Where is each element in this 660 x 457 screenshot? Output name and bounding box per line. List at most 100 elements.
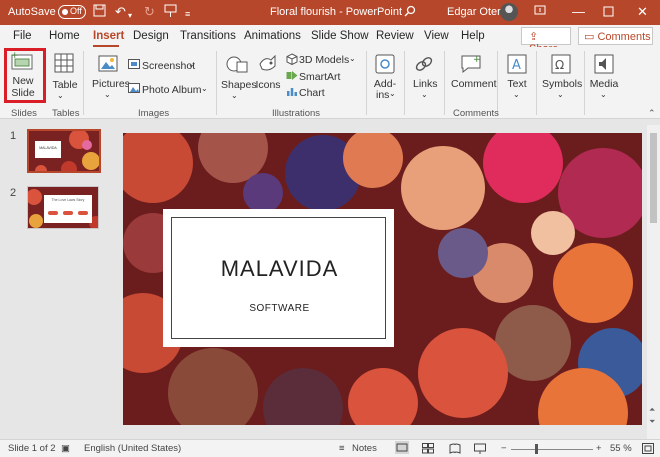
spellcheck-icon[interactable]: ▣ (61, 443, 70, 454)
zoom-out-icon[interactable]: − (501, 443, 507, 454)
slide-sorter-icon[interactable] (422, 443, 434, 457)
share-button[interactable]: ⇪ Share (521, 27, 571, 55)
thumbnail-buttons (48, 211, 88, 215)
table-icon[interactable] (54, 53, 74, 76)
tab-view[interactable]: View (424, 30, 449, 42)
thumbnail-title-box: MALAVIDA (35, 141, 61, 158)
media-icon[interactable] (594, 54, 614, 77)
slide-thumbnail-1[interactable]: MALAVIDA (27, 129, 101, 173)
zoom-in-icon[interactable]: + (596, 443, 602, 454)
previous-slide-icon[interactable]: ⏶ (649, 405, 655, 415)
comment-icon[interactable]: + (460, 54, 482, 77)
add-ins-label-2[interactable]: ins (376, 89, 389, 101)
photo-album-dropdown-icon[interactable]: ⌄ (201, 83, 208, 95)
zoom-slider[interactable] (511, 449, 593, 450)
links-dropdown-icon[interactable]: ⌄ (421, 89, 428, 101)
group-label-slides: Slides (11, 108, 37, 119)
comments-label: Comments (597, 31, 651, 43)
separator (444, 51, 445, 115)
tab-animations[interactable]: Animations (244, 30, 301, 42)
vertical-scrollbar[interactable] (647, 125, 660, 439)
search-icon[interactable] (404, 5, 416, 21)
tab-help[interactable]: Help (461, 30, 485, 42)
slide-subtitle[interactable]: SOFTWARE (172, 303, 387, 314)
comment-label[interactable]: Comment (451, 78, 497, 90)
user-name[interactable]: Edgar Otero (447, 6, 507, 18)
svg-text:A: A (512, 58, 521, 73)
icons-label[interactable]: Icons (255, 79, 281, 91)
reading-view-icon[interactable] (449, 443, 461, 457)
chart-label[interactable]: Chart (299, 87, 325, 99)
collapse-ribbon-icon[interactable]: ⌃ (648, 108, 656, 119)
scrollbar-thumb[interactable] (650, 133, 657, 223)
text-dropdown-icon[interactable]: ⌄ (513, 89, 520, 101)
media-dropdown-icon[interactable]: ⌄ (600, 89, 607, 101)
pictures-icon[interactable] (98, 55, 118, 75)
chart-icon[interactable] (286, 86, 298, 100)
tab-review[interactable]: Review (376, 30, 414, 42)
slide-title[interactable]: MALAVIDA (172, 256, 387, 282)
close-icon[interactable]: ✕ (637, 4, 648, 20)
table-label[interactable]: Table (51, 79, 79, 91)
photo-album-label[interactable]: Photo Album (142, 84, 202, 96)
smartart-icon[interactable] (286, 70, 298, 84)
present-icon[interactable] (164, 4, 177, 22)
undo-dropdown-icon[interactable]: ▾ (128, 8, 132, 24)
autosave-state: Off (70, 6, 82, 16)
tab-file[interactable]: File (13, 30, 32, 42)
normal-view-icon[interactable] (395, 441, 409, 454)
symbols-icon[interactable]: Ω (551, 54, 571, 77)
symbols-dropdown-icon[interactable]: ⌄ (557, 89, 564, 101)
smartart-label[interactable]: SmartArt (299, 71, 340, 83)
comments-icon: ▭ (584, 31, 598, 43)
3d-models-label[interactable]: 3D Models (299, 54, 349, 66)
separator (404, 51, 405, 115)
title-bar: AutoSave Off ↶ ▾ ↻ ≡ Floral flourish - P… (0, 0, 660, 25)
links-icon[interactable] (414, 54, 434, 77)
screenshot-icon[interactable] (128, 59, 140, 73)
tab-transitions[interactable]: Transitions (180, 30, 236, 42)
3d-models-icon[interactable] (286, 53, 298, 68)
notes-icon[interactable]: ≡ (339, 443, 345, 454)
text-icon[interactable]: A (507, 54, 527, 77)
tab-insert[interactable]: Insert (93, 30, 124, 42)
zoom-slider-thumb[interactable] (535, 444, 538, 454)
new-slide-icon[interactable]: + (11, 51, 35, 74)
add-ins-dropdown-icon[interactable]: ⌄ (389, 88, 396, 100)
tab-design[interactable]: Design (133, 30, 169, 42)
notes-button[interactable]: Notes (352, 443, 377, 454)
shapes-icon[interactable] (226, 54, 248, 77)
next-slide-icon[interactable]: ⏷ (649, 417, 655, 427)
redo-icon[interactable]: ↻ (144, 4, 155, 20)
slideshow-view-icon[interactable] (474, 443, 486, 457)
maximize-icon[interactable] (603, 5, 614, 20)
table-dropdown-icon[interactable]: ⌄ (57, 90, 64, 102)
zoom-level[interactable]: 55 % (610, 443, 632, 454)
photo-album-icon[interactable] (128, 83, 140, 97)
comments-button[interactable]: ▭ Comments (578, 27, 653, 45)
group-label-tables: Tables (52, 108, 80, 119)
tab-slideshow[interactable]: Slide Show (311, 30, 369, 42)
slide-thumbnail-2[interactable]: The Love Laws Story (27, 186, 99, 229)
shapes-dropdown-icon[interactable]: ⌄ (231, 90, 238, 102)
customize-qat-icon[interactable]: ≡ (185, 6, 190, 22)
ribbon-display-icon[interactable] (534, 4, 546, 19)
minimize-icon[interactable]: — (572, 4, 585, 19)
avatar[interactable] (500, 3, 518, 21)
fit-slide-icon[interactable] (642, 443, 654, 457)
pictures-dropdown-icon[interactable]: ⌄ (104, 89, 111, 101)
language[interactable]: English (United States) (84, 443, 181, 454)
new-slide-label-2[interactable]: Slide (8, 87, 38, 99)
save-icon[interactable] (93, 4, 106, 21)
slide-canvas[interactable]: MALAVIDA SOFTWARE (123, 133, 642, 425)
icons-icon[interactable] (257, 54, 279, 77)
undo-icon[interactable]: ↶ (115, 4, 126, 20)
title-placeholder[interactable]: MALAVIDA SOFTWARE (163, 209, 394, 347)
add-ins-icon[interactable] (375, 54, 395, 77)
screenshot-dropdown-icon[interactable]: ⌄ (188, 59, 195, 71)
autosave-toggle[interactable]: Off (58, 5, 86, 19)
3d-models-dropdown-icon[interactable]: ⌄ (349, 53, 356, 65)
new-slide-label[interactable]: New (11, 75, 35, 87)
svg-text:+: + (473, 55, 481, 65)
tab-home[interactable]: Home (49, 30, 80, 42)
